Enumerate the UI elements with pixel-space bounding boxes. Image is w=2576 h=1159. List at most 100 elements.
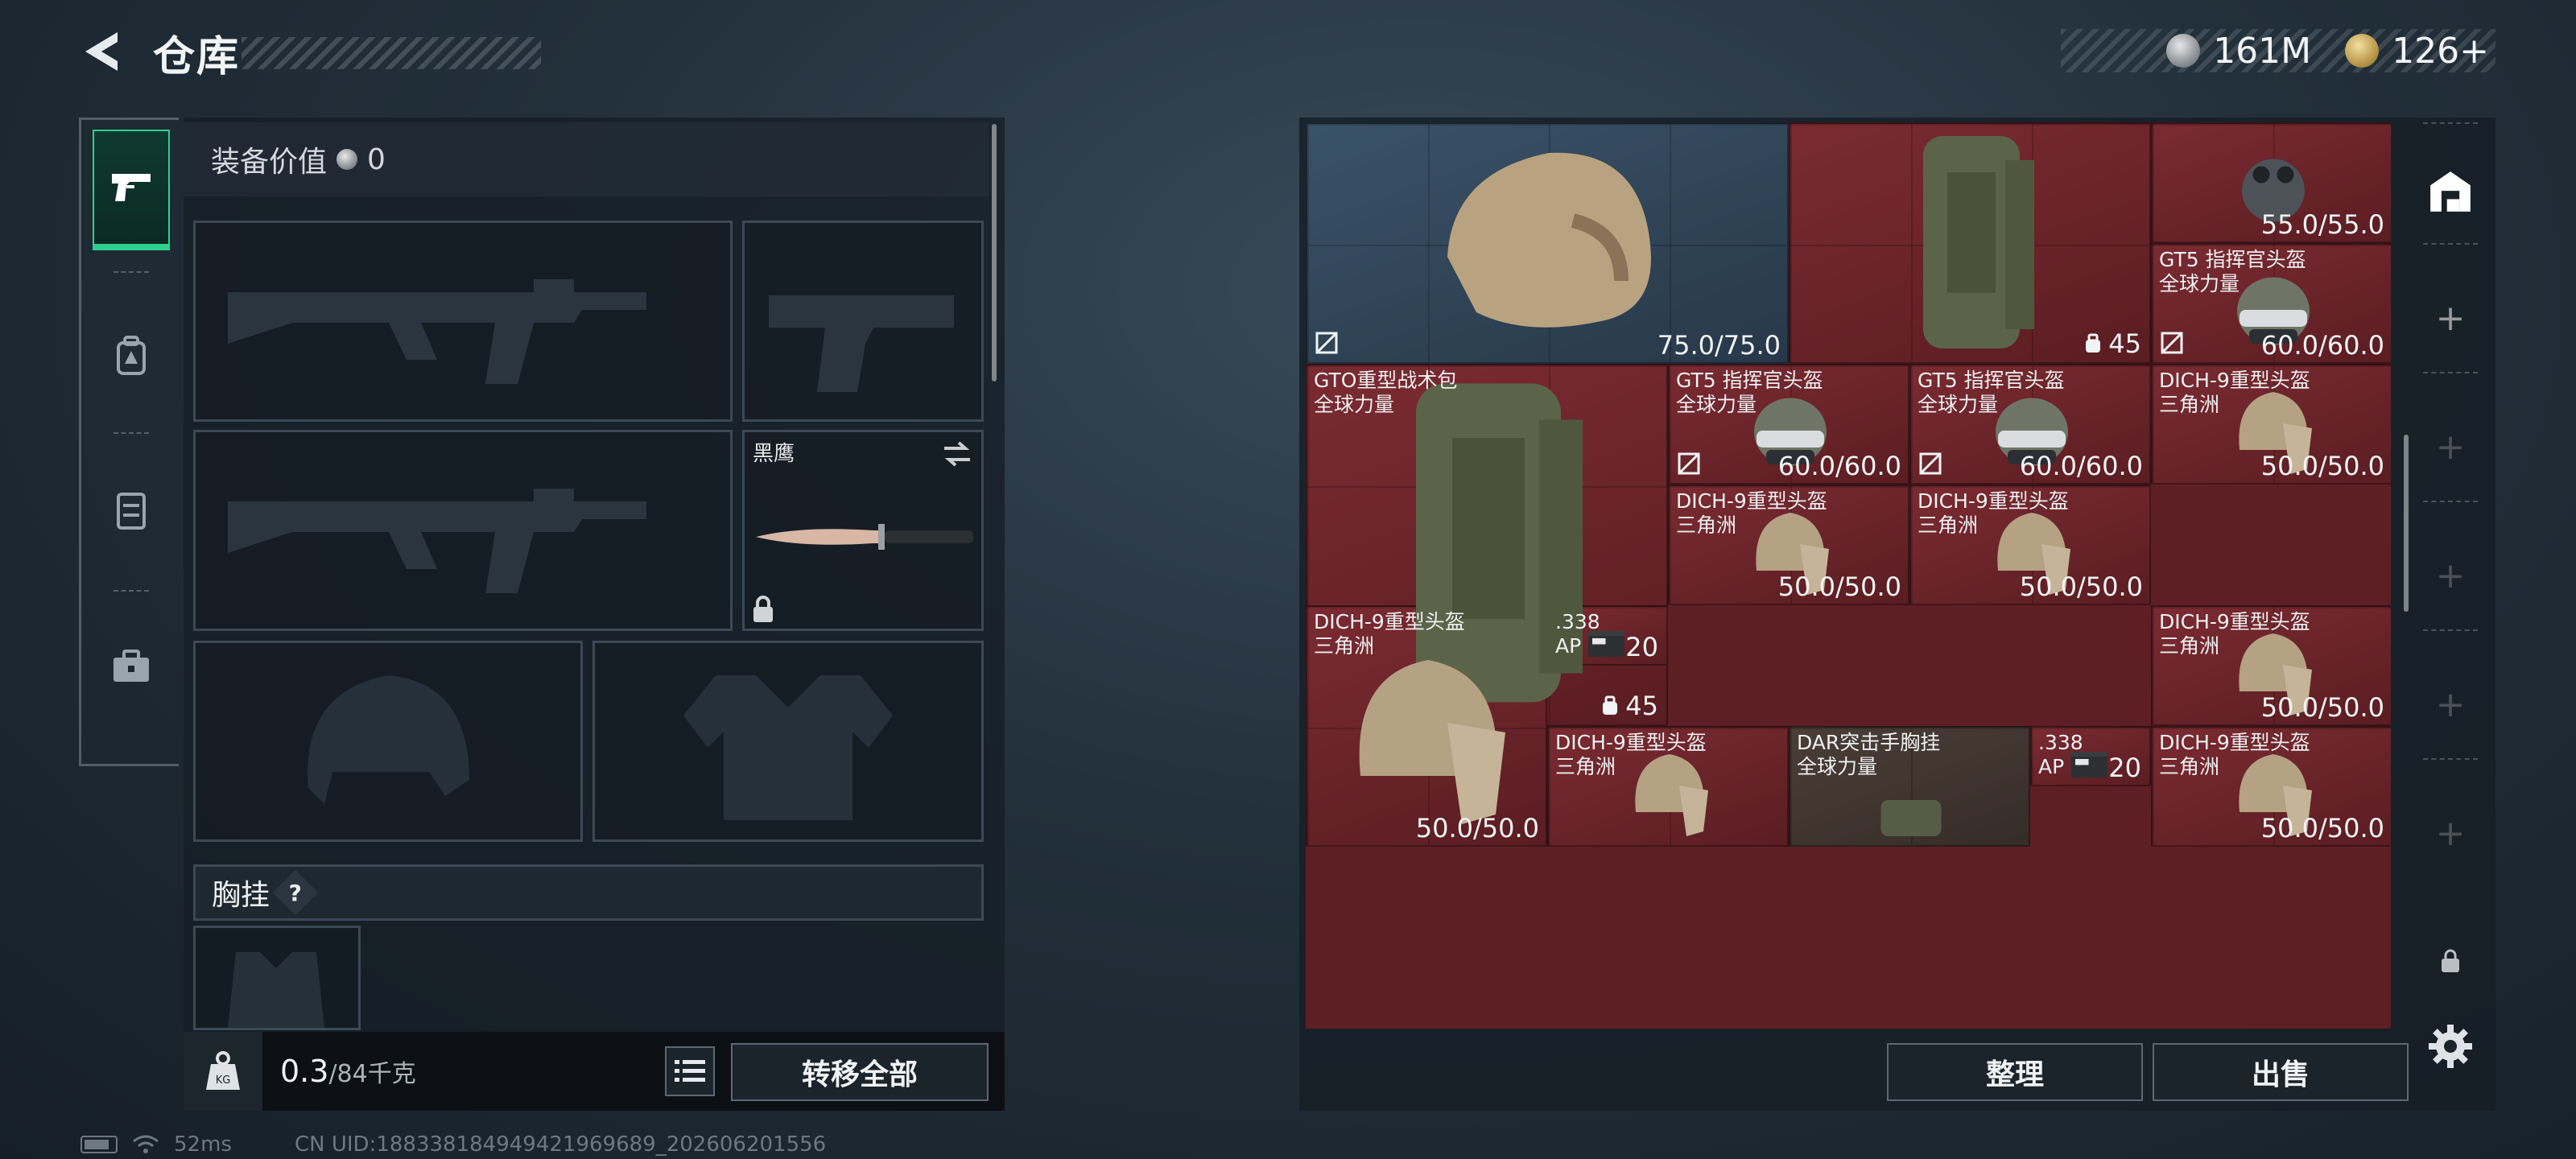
storage-item[interactable]: DICH-9重型头盔 三角洲 50.0/50.0 (1306, 605, 1547, 847)
add-page-5-icon[interactable]: + (2426, 810, 2475, 858)
storage-item[interactable]: 75.0/75.0 (1306, 122, 1789, 364)
currency-bar: 161M 126+ (2061, 29, 2496, 72)
chest-rig-slot[interactable] (193, 926, 361, 1030)
equipment-value-label: 装备价值 (211, 146, 328, 179)
storage-item[interactable]: GT5 指挥官头盔 全球力量 60.0/60.0 (1668, 364, 1909, 485)
silver-currency-value: 161M (2213, 30, 2312, 72)
storage-item-name: GT5 指挥官头盔 全球力量 (1676, 369, 1823, 417)
storage-item-value: 50.0/50.0 (2019, 571, 2143, 602)
storage-item-value: 45 (2108, 328, 2141, 359)
storage-item-value: 50.0/50.0 (2260, 451, 2384, 481)
storage-item-durability: 60.0/60.0 (1778, 451, 1901, 481)
storage-item-subtitle: 三角洲 (2159, 755, 2220, 778)
add-page-2-icon[interactable]: + (2426, 423, 2475, 472)
storage-item-durability: 50.0/50.0 (2261, 813, 2384, 843)
storage-item-title: DICH-9重型头盔 (1918, 489, 2069, 513)
chest-rig-label: 胸挂 (212, 879, 270, 912)
storage-item-subtitle: AP (1555, 634, 1582, 658)
storage-item-title: GT5 指挥官头盔 (1676, 369, 1823, 392)
storage-item-value: 60.0/60.0 (1777, 451, 1901, 481)
help-icon[interactable]: ? (272, 869, 319, 916)
storage-item-value: 50.0/50.0 (1415, 813, 1539, 843)
storage-item[interactable]: 45 (1789, 122, 2151, 364)
storage-item-value: 20 (1625, 632, 1658, 662)
primary-weapon-slot[interactable] (193, 221, 733, 422)
storage-item-title: DICH-9重型头盔 (2159, 610, 2310, 633)
storage-item[interactable]: 55.0/55.0 (2151, 122, 2391, 243)
storage-item-count: 20 (2108, 753, 2141, 783)
add-page-4-icon[interactable]: + (2426, 681, 2475, 729)
tab-toolbox[interactable] (93, 606, 170, 727)
toolbox-icon (114, 650, 149, 682)
sort-button[interactable]: 整理 (1887, 1043, 2143, 1101)
storage-item-value: 50.0/50.0 (2260, 692, 2384, 723)
add-page-3-icon[interactable]: + (2426, 552, 2475, 600)
storage-item[interactable]: GT5 指挥官头盔 全球力量 60.0/60.0 (1909, 364, 2151, 485)
settings-gear-icon[interactable] (2426, 1022, 2475, 1070)
storage-item[interactable]: DICH-9重型头盔 三角洲 50.0/50.0 (2151, 726, 2391, 847)
armor-slot[interactable] (592, 641, 984, 842)
storage-item-value: 50.0/50.0 (2260, 813, 2384, 843)
secondary-weapon-slot[interactable] (742, 221, 984, 422)
transfer-all-button[interactable]: 转移全部 (731, 1043, 989, 1101)
storage-item-title: DICH-9重型头盔 (2159, 369, 2310, 392)
storage-item-title: .338 (1555, 610, 1600, 633)
chest-rig-icon (117, 493, 146, 530)
storage-item-name: DICH-9重型头盔 三角洲 (2159, 731, 2310, 779)
storage-item-name: GTO重型战术包 全球力量 (1314, 369, 1457, 417)
tab-weapons[interactable] (93, 130, 170, 250)
non-tradeable-icon (1678, 452, 1700, 475)
storage-item-value: 75.0/75.0 (1657, 330, 1781, 361)
storage-item-value: 20 (2108, 753, 2141, 783)
storage-item-name: DICH-9重型头盔 三角洲 (1676, 489, 1827, 538)
storage-item[interactable]: DAR突击手胸挂 全球力量 (1789, 726, 2030, 847)
back-arrow-icon (85, 32, 118, 71)
swap-icon[interactable] (941, 440, 973, 468)
storage-item-subtitle: 三角洲 (2159, 393, 2220, 416)
storage-item-durability: 50.0/50.0 (2261, 451, 2384, 481)
storage-side-rail: + + + + + (2412, 122, 2489, 1029)
storage-item[interactable]: GT5 指挥官头盔 全球力量 60.0/60.0 (2151, 243, 2391, 364)
loadout-scrollbar[interactable] (992, 124, 997, 382)
backpack-icon (117, 336, 146, 375)
storage-item-name: GT5 指挥官头盔 全球力量 (2159, 248, 2306, 296)
tab-chest-rig[interactable] (93, 450, 170, 571)
storage-item-title: DICH-9重型头盔 (1314, 610, 1465, 633)
storage-item[interactable]: DICH-9重型头盔 三角洲 50.0/50.0 (2151, 605, 2391, 726)
storage-item-name: DICH-9重型头盔 三角洲 (2159, 610, 2310, 658)
non-tradeable-icon (1315, 332, 1338, 354)
storage-item[interactable]: DICH-9重型头盔 三角洲 50.0/50.0 (1668, 485, 1909, 605)
list-view-button[interactable] (665, 1046, 715, 1096)
storage-item-capacity: 45 (1600, 691, 1658, 721)
sell-button[interactable]: 出售 (2153, 1043, 2409, 1101)
storage-item-capacity: 45 (2083, 328, 2141, 359)
storage-item-title: DICH-9重型头盔 (1676, 489, 1827, 513)
storage-item[interactable]: DICH-9重型头盔 三角洲 50.0/50.0 (1909, 485, 2151, 605)
gold-coin-icon (2345, 34, 2380, 68)
storage-item-name: DICH-9重型头盔 三角洲 (1555, 731, 1707, 779)
battery-icon (80, 1136, 118, 1153)
second-primary-weapon-slot[interactable] (193, 430, 733, 631)
melee-item-name: 黑鹰 (753, 442, 795, 466)
storage-item[interactable]: .338 AP 20 (2030, 726, 2151, 786)
storage-item-name: DAR突击手胸挂 全球力量 (1797, 731, 1940, 779)
add-page-1-icon[interactable]: + (2426, 295, 2475, 343)
storage-item-value: 60.0/60.0 (2260, 330, 2384, 361)
rifle-silhouette-icon (228, 489, 646, 593)
storage-item-name: DICH-9重型头盔 三角洲 (1314, 610, 1465, 658)
tab-backpack[interactable] (93, 295, 170, 416)
storage-scrollbar[interactable] (2404, 435, 2409, 612)
pistol-icon (112, 174, 151, 201)
lock-icon (753, 596, 773, 622)
stash-icon[interactable] (2426, 167, 2475, 216)
storage-item[interactable]: DICH-9重型头盔 三角洲 50.0/50.0 (2151, 364, 2391, 485)
helmet-slot[interactable] (193, 641, 583, 842)
lock-icon[interactable] (2426, 937, 2475, 985)
storage-item[interactable]: DICH-9重型头盔 三角洲 (1547, 726, 1789, 847)
storage-item[interactable]: .338 AP 20 (1547, 605, 1668, 666)
melee-slot[interactable]: 黑鹰 (742, 430, 984, 631)
equipment-value: 0 (367, 142, 386, 176)
storage-item-subtitle: 三角洲 (1555, 755, 1616, 778)
silver-coin-icon (2166, 34, 2201, 68)
back-button[interactable] (79, 27, 127, 76)
